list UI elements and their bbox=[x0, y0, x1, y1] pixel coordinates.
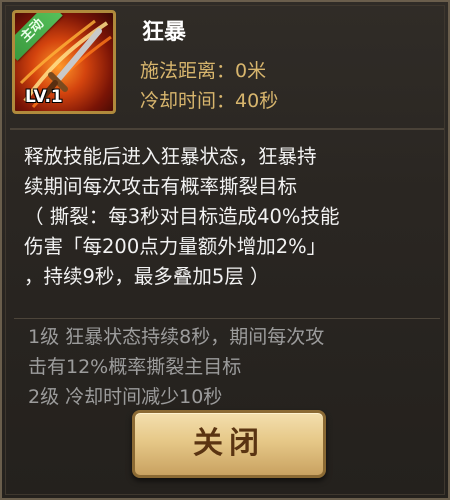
description-line: 释放技能后进入狂暴状态，狂暴持 bbox=[24, 145, 317, 168]
upgrade-line: 2级 冷却时间减少10秒 bbox=[28, 386, 223, 408]
skill-description: 释放技能后进入狂暴状态，狂暴持 续期间每次攻击有概率撕裂目标 （ 撕裂：每3秒对… bbox=[24, 142, 434, 292]
header-divider bbox=[10, 128, 444, 130]
skill-name: 狂暴 bbox=[142, 20, 187, 45]
cooldown-label: 冷却时间： bbox=[140, 90, 236, 112]
description-line: （ 撕裂：每3秒对目标造成40%技能 bbox=[24, 205, 340, 228]
description-line: 续期间每次攻击有概率撕裂目标 bbox=[24, 175, 298, 198]
description-line: 伤害「每200点力量额外增加2%」 bbox=[24, 235, 327, 258]
cast-range-label: 施法距离： bbox=[140, 60, 236, 82]
cast-range-value: 0米 bbox=[235, 60, 267, 82]
skill-info-panel: 主动 LV.1 狂暴 施法距离：0米 冷却时间：40秒 释放技能后进入狂暴状态，… bbox=[0, 0, 450, 500]
skill-icon-berserk: 主动 LV.1 bbox=[12, 10, 116, 114]
description-line: ，持续9秒，最多叠加5层 ） bbox=[24, 265, 270, 288]
close-button[interactable]: 关闭 bbox=[132, 410, 326, 478]
upgrade-line: 1级 狂暴状态持续8秒，期间每次攻 bbox=[28, 326, 325, 348]
description-divider bbox=[14, 318, 440, 319]
skill-level-label: LV.1 bbox=[25, 87, 63, 107]
upgrade-list[interactable]: 1级 狂暴状态持续8秒，期间每次攻 击有12%概率撕裂主目标 2级 冷却时间减少… bbox=[28, 322, 438, 412]
upgrade-line: 击有12%概率撕裂主目标 bbox=[28, 356, 242, 378]
cast-range-row: 施法距离：0米 bbox=[140, 56, 266, 83]
cooldown-value: 40秒 bbox=[235, 90, 279, 112]
cooldown-row: 冷却时间：40秒 bbox=[140, 86, 278, 113]
